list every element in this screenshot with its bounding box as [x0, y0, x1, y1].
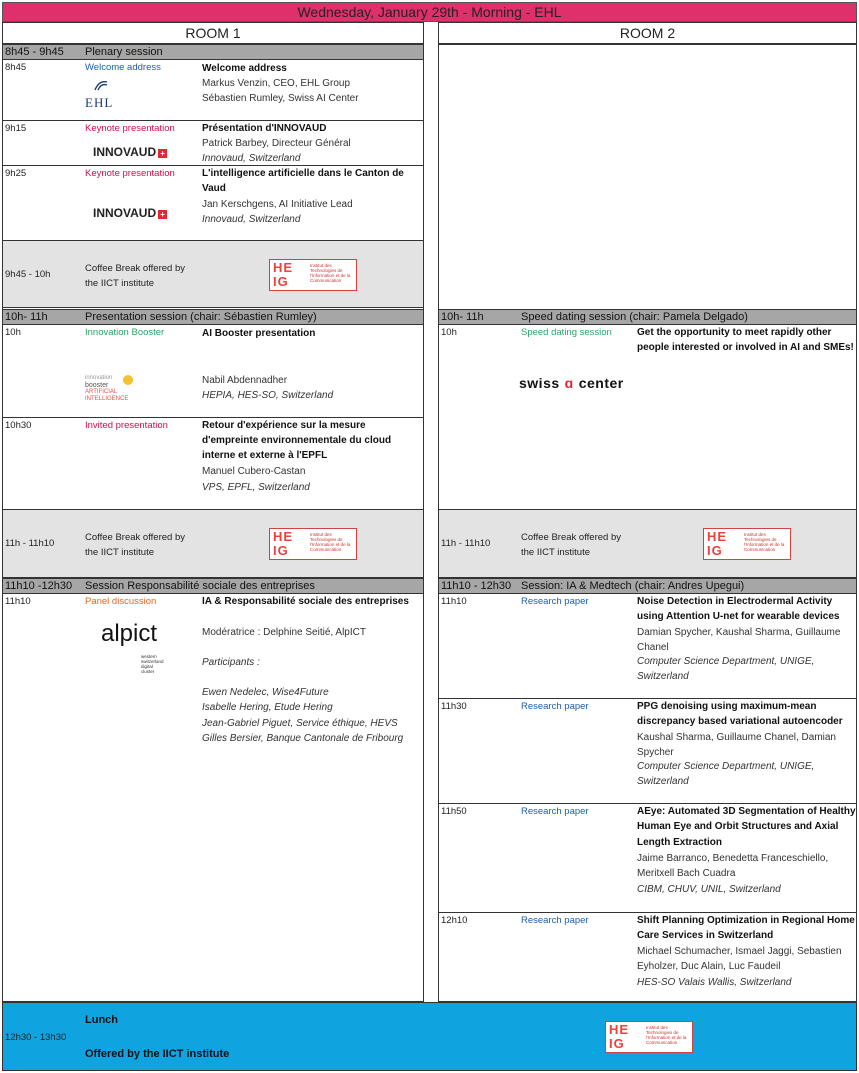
speed-dating-session-header: 10h- 11h Speed dating session (chair: Pa…	[438, 309, 857, 325]
heig-logo: HE IG Institut des Technologies de l'Inf…	[703, 528, 791, 560]
innovation-booster-logo: innovation booster ARTIFICIAL INTELLIGEN…	[85, 375, 145, 403]
paper-row: 11h50 Research paper AEye: Automated 3D …	[439, 804, 856, 913]
paper-row: 12h10 Research paper Shift Planning Opti…	[441, 915, 855, 988]
lunch-title: Lunch	[85, 1014, 118, 1026]
swiss-ai-center-logo: swiss ɑ center	[519, 375, 624, 391]
room2-column: 10h- 11h Speed dating session (chair: Pa…	[438, 44, 857, 1002]
coffee-break-row: 11h - 11h10 Coffee Break offered by the …	[439, 510, 856, 578]
talk-row: 8h45 Welcome address EHL Welcome address…	[3, 60, 423, 121]
room2-header: ROOM 2	[438, 22, 857, 44]
ehl-logo: EHL	[85, 78, 125, 111]
page-title: Wednesday, January 29th - Morning - EHL	[2, 2, 857, 22]
coffee-break-row: 11h - 11h10 Coffee Break offered by the …	[3, 510, 423, 578]
heig-logo: HE IG Institut des Technologies de l'Inf…	[605, 1021, 693, 1053]
lunch-subtitle: Offered by the IICT institute	[85, 1048, 230, 1060]
innovaud-logo: INNOVAUD +	[93, 145, 168, 159]
talk-row: 10h Innovation Booster innovation booste…	[3, 325, 423, 418]
talk-row: 10h30 Invited presentation Retour d'expé…	[3, 418, 423, 510]
innovaud-logo: INNOVAUD +	[93, 206, 168, 220]
coffee-break-row: 9h45 - 10h Coffee Break offered by the I…	[3, 241, 423, 308]
room1-header: ROOM 1	[2, 22, 424, 44]
presentation-session-header: 10h- 11h Presentation session (chair: Sé…	[2, 309, 424, 325]
lunch-row: 12h30 - 13h30 Lunch Offered by the IICT …	[2, 1002, 857, 1071]
heig-logo: HE IG Institut des Technologies de l'Inf…	[269, 528, 357, 560]
medtech-session-header: 11h10 - 12h30 Session: IA & Medtech (cha…	[438, 578, 857, 594]
talk-row: 9h25 Keynote presentation INNOVAUD + L'in…	[3, 166, 423, 241]
room1-column: 8h45 - 9h45 Plenary session 8h45 Welcome…	[2, 44, 424, 1002]
talk-row: 9h15 Keynote presentation INNOVAUD + Prés…	[3, 121, 423, 166]
talk-row: 10h Speed dating session swiss ɑ center Ge…	[439, 325, 856, 510]
paper-row: 11h30 Research paper PPG denoising using…	[439, 699, 856, 804]
plenary-session-header: 8h45 - 9h45 Plenary session	[2, 44, 424, 60]
rse-session-header: 11h10 -12h30 Session Responsabilité soci…	[2, 578, 424, 594]
talk-row: 11h10 Panel discussion alpict western sw…	[5, 596, 409, 744]
alpict-logo: alpict western switzerland digital clust…	[101, 620, 164, 674]
heig-logo: HE IG Institut des Technologies de l'Inf…	[269, 259, 357, 291]
paper-row: 11h10 Research paper Noise Detection in …	[439, 594, 856, 699]
